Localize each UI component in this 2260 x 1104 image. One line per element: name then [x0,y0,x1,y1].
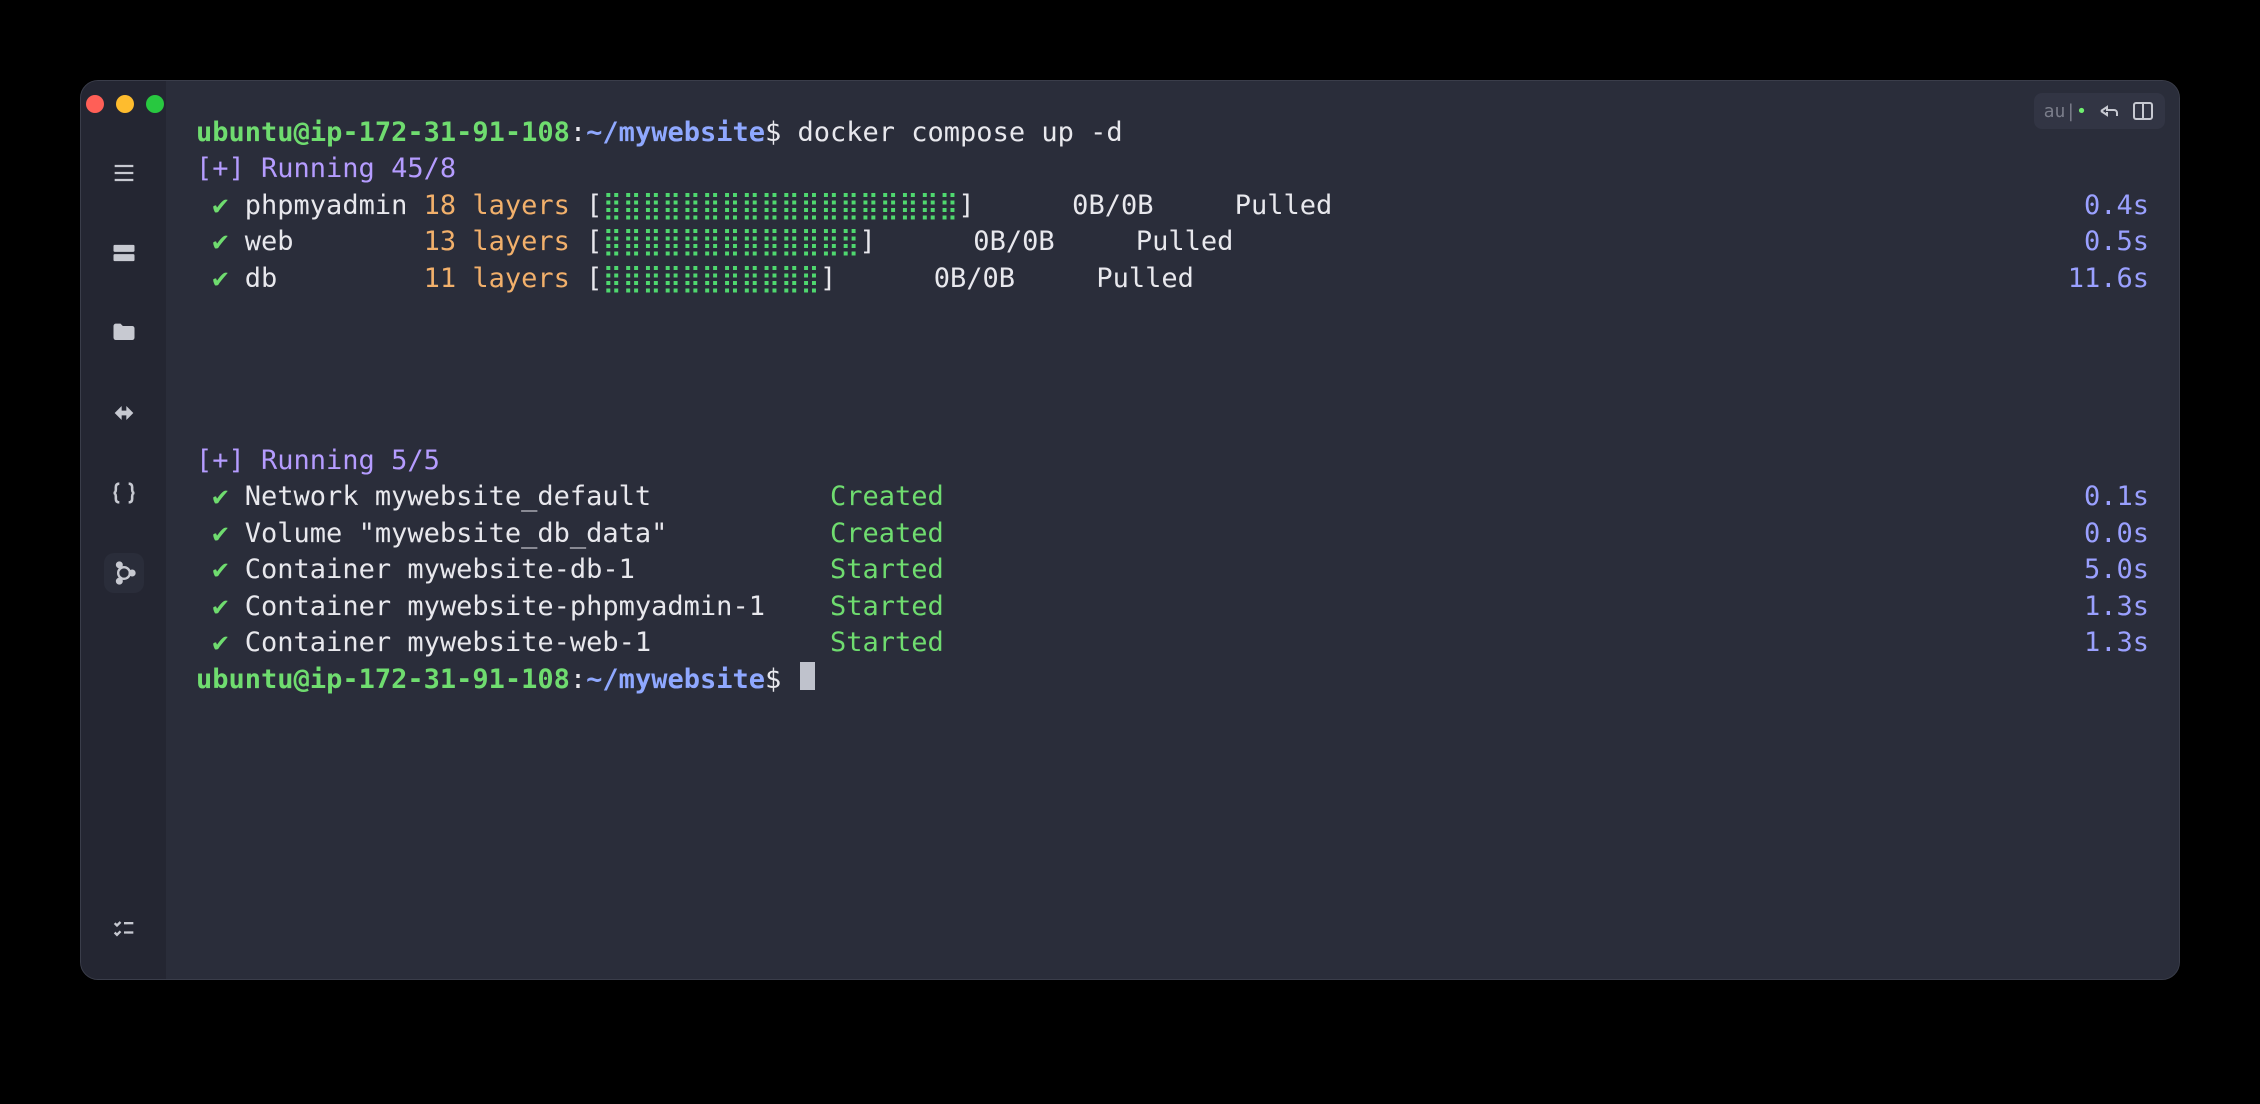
window-controls [84,95,164,113]
terminal-window: au| • ubuntu@ip-172-31-91-108:~/mywebsit… [80,80,2180,980]
sidebar-icons [104,153,144,909]
terminal-output: ubuntu@ip-172-31-91-108:~/mywebsite$ doc… [166,81,2179,698]
checklist-icon[interactable] [104,909,144,949]
forward-icon[interactable] [104,393,144,433]
menu-icon[interactable] [104,153,144,193]
split-icon[interactable] [2131,99,2155,123]
session-label[interactable]: au| • [2044,101,2087,122]
cursor [800,662,815,690]
server-icon[interactable] [104,233,144,273]
ubuntu-icon[interactable] [104,553,144,593]
braces-icon[interactable] [104,473,144,513]
close-icon[interactable] [86,95,104,113]
top-right-toolbar: au| • [2034,93,2165,129]
share-icon[interactable] [2097,99,2121,123]
sidebar [81,81,166,979]
terminal-pane[interactable]: au| • ubuntu@ip-172-31-91-108:~/mywebsit… [166,81,2179,979]
folder-icon[interactable] [104,313,144,353]
minimize-icon[interactable] [116,95,134,113]
zoom-icon[interactable] [146,95,164,113]
